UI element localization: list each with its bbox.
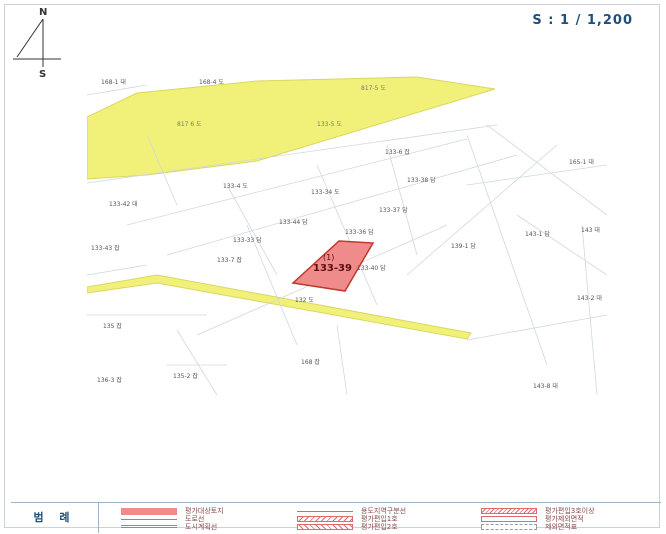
parcel-label: 143-2 대 [577,295,602,302]
map-scale: S : 1 / 1,200 [532,13,633,28]
parcel-label: 817-5 도 [361,85,386,92]
parcel-label: 133-7 잡 [217,257,242,264]
parcel-label: 133-42 대 [109,201,138,208]
parcel-label: 133-5 도 [317,121,342,128]
parcel-label: 132 도 [295,297,314,304]
parcel-label: 133-38 답 [407,177,436,184]
parcel-label: 817 6 도 [177,121,202,128]
parcel-label: 168-1 대 [101,79,126,86]
subject-parcel-number: 133-39 [313,263,352,274]
parcel-label: 133-40 답 [357,265,386,272]
north-arrow: N S [11,7,63,81]
map-frame: N S S : 1 / 1,200 (1) 133-39 168-1 대 168… [4,4,661,533]
north-label: N [39,7,48,18]
parcel-label: 135-2 잡 [173,373,198,380]
parcel-label: 133-33 답 [233,237,262,244]
road-area-yellow [87,76,496,180]
legend-cross-hatch-swatch [297,524,353,530]
parcel-label: 135 잡 [103,323,122,330]
parcel-label: 133-36 답 [345,229,374,236]
parcel-label: 133-6 잡 [385,149,410,156]
legend-line-swatch [297,511,353,512]
parcel-label: 168 잡 [301,359,320,366]
parcel-label: 139-1 답 [451,243,476,250]
legend-dashed-swatch [481,524,537,530]
legend-label: 제외면적표 [545,523,578,531]
legend-label: 평가편입2호 [361,523,398,531]
parcel-label: 136-3 잡 [97,377,122,384]
parcel-label: 133-44 답 [279,219,308,226]
parcel-label: 143 대 [581,227,600,234]
legend-label: 도시계획선 [185,523,218,531]
legend-hatch-swatch [297,516,353,522]
legend-line-swatch [121,519,177,520]
legend-line-swatch [121,525,177,528]
parcel-label: 143-8 대 [533,383,558,390]
legend-fill-swatch [121,508,177,515]
parcel-label: 133-43 잡 [91,245,120,252]
parcel-label: 168-4 도 [199,79,224,86]
legend: 범 례 평가대상토지 도로선 도시계획선 용도지역구분선 평가편입1호 평가편입… [11,502,661,533]
parcel-label: 143-1 답 [525,231,550,238]
subject-parcel-mark: (1) [323,253,335,262]
parcel-label: 133-4 도 [223,183,248,190]
legend-box-swatch [481,516,537,522]
legend-title: 범 례 [11,503,99,533]
parcel-label: 133-34 도 [311,189,340,196]
south-label: S [39,69,47,80]
parcel-label: 165-1 대 [569,159,594,166]
parcel-label: 133-37 답 [379,207,408,214]
legend-hatch-swatch [481,508,537,514]
north-arrow-icon [13,18,61,67]
road-strip-yellow [87,274,472,340]
